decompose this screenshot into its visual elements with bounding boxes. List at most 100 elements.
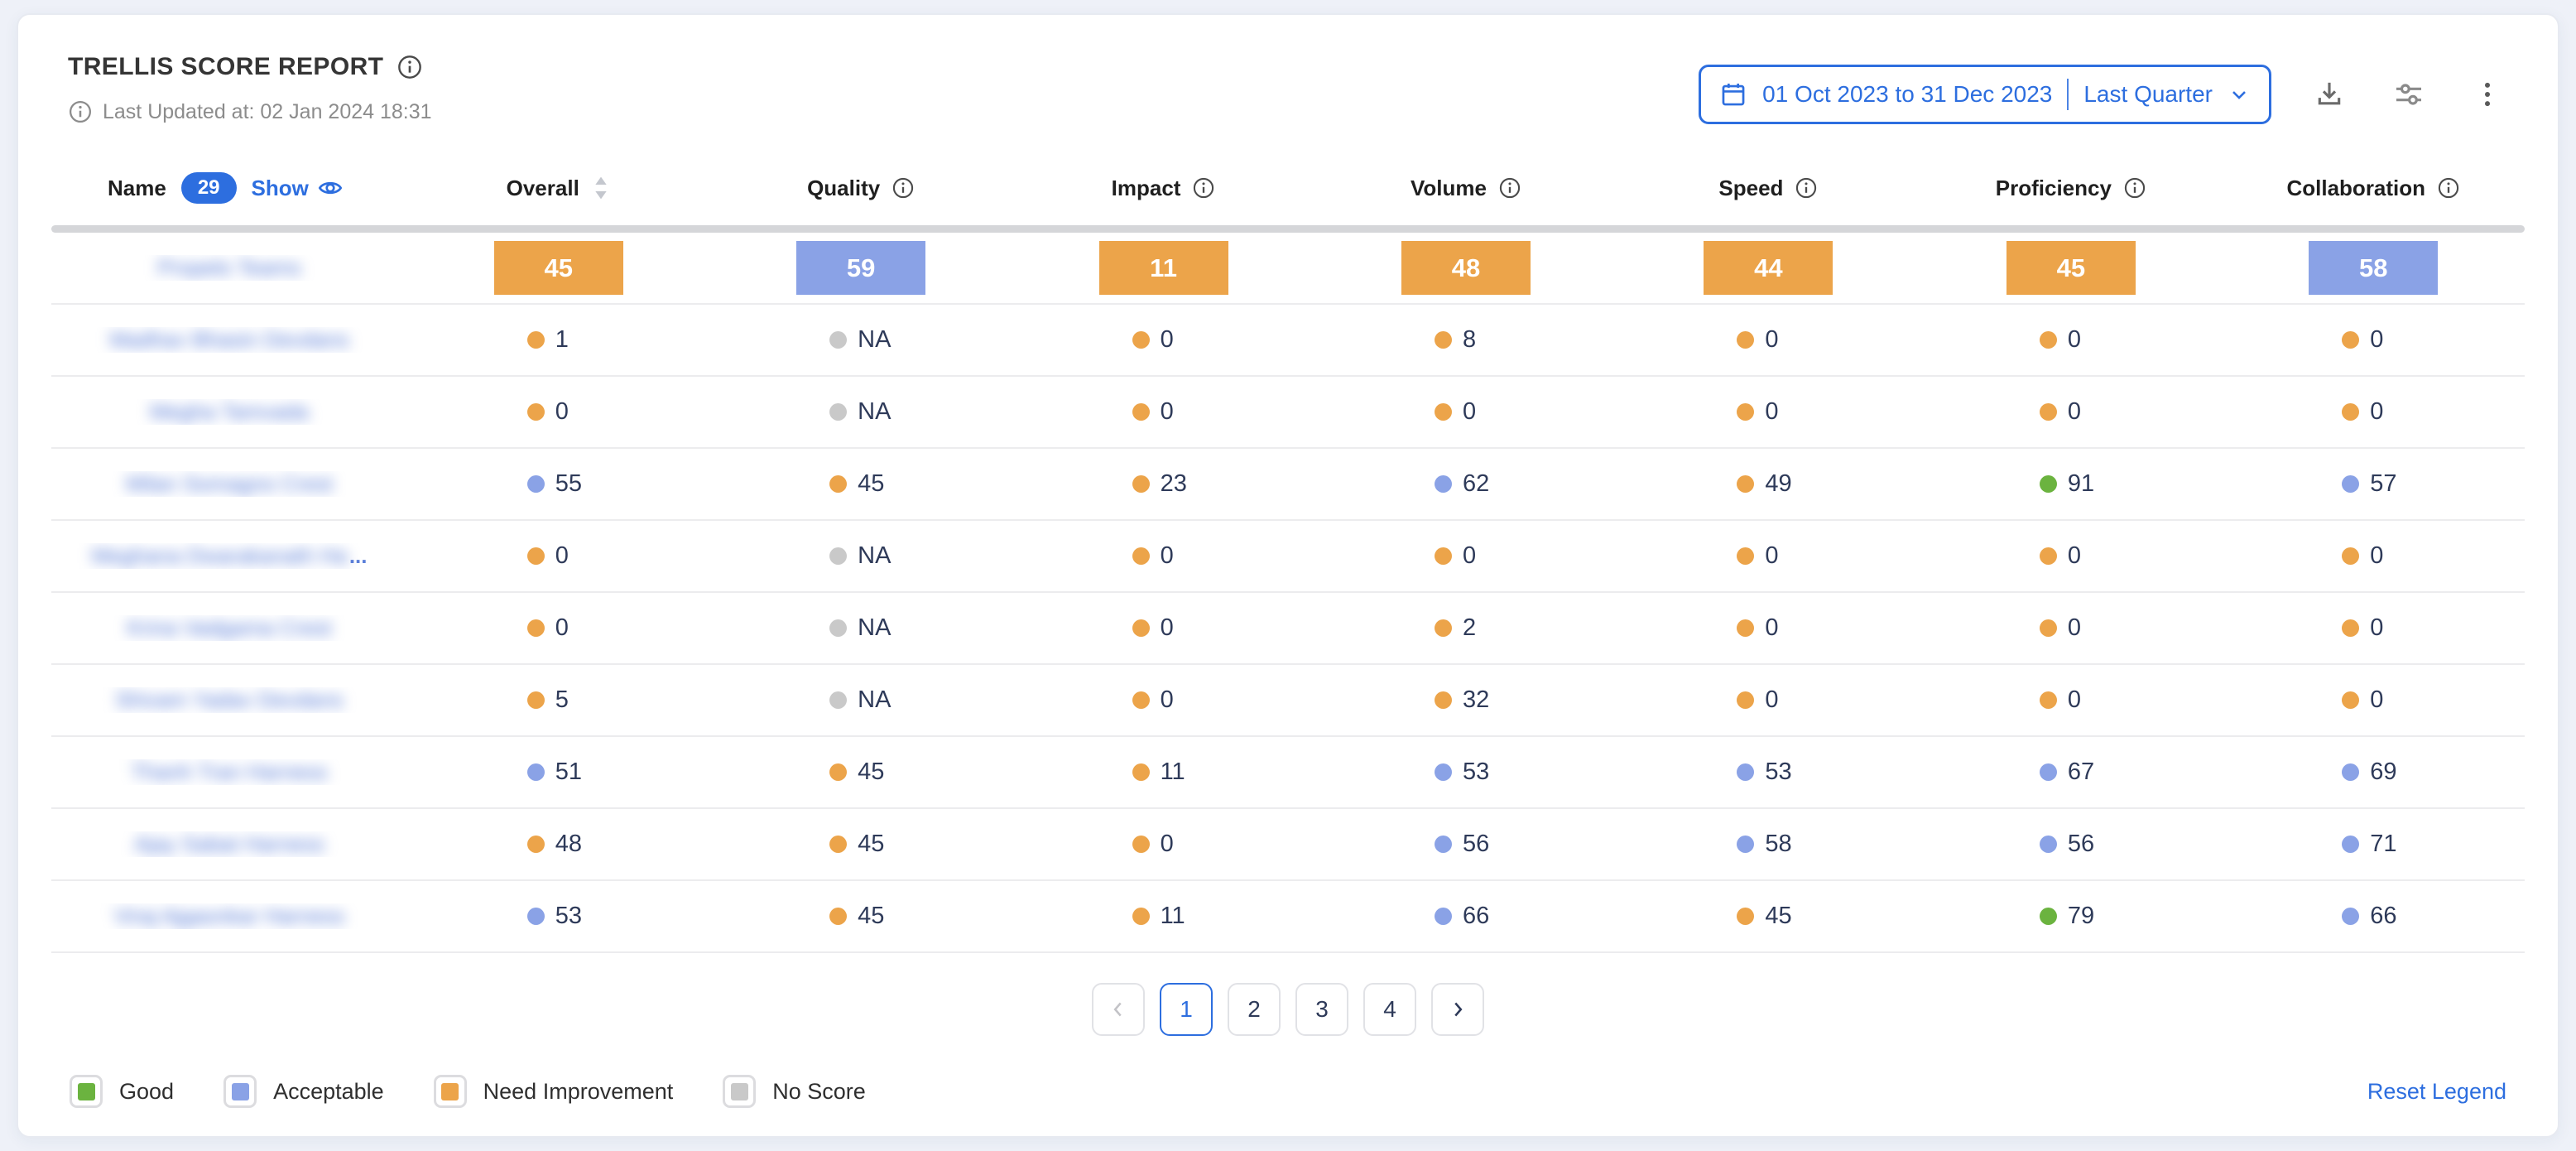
score-cell: 32 xyxy=(1314,686,1617,714)
next-page-button[interactable] xyxy=(1431,983,1484,1036)
title-info-icon[interactable] xyxy=(396,54,423,80)
legend-checkbox[interactable] xyxy=(223,1075,257,1108)
more-options-button[interactable] xyxy=(2467,74,2508,115)
row-count-badge: 29 xyxy=(181,172,237,204)
score-value: 45 xyxy=(858,470,892,498)
score-status-dot xyxy=(1737,475,1754,493)
score-value: 51 xyxy=(555,759,590,786)
legend-checkbox[interactable] xyxy=(723,1075,756,1108)
legend-item-need[interactable]: Need Improvement xyxy=(434,1075,674,1108)
score-value: 57 xyxy=(2370,470,2405,498)
member-name-link[interactable]: Ajay Sabat Harness xyxy=(134,831,324,857)
page-button-4[interactable]: 4 xyxy=(1363,983,1416,1036)
score-value: 32 xyxy=(1463,686,1497,714)
sort-icon[interactable] xyxy=(591,175,611,201)
legend-swatch xyxy=(232,1083,249,1100)
legend-item-acceptable[interactable]: Acceptable xyxy=(223,1075,384,1108)
info-icon[interactable] xyxy=(1192,176,1215,200)
column-header-impact[interactable]: Impact xyxy=(1012,176,1314,201)
member-name-link[interactable]: Krina Vadgama Crest xyxy=(127,615,332,641)
member-name-link[interactable]: Thanh Tran Harness xyxy=(131,759,327,785)
score-value: NA xyxy=(858,326,892,354)
pagination: 1234 xyxy=(51,983,2525,1036)
column-header-speed[interactable]: Speed xyxy=(1617,176,1920,201)
name-column-header: Name 29 Show xyxy=(51,172,407,204)
legend-label: Need Improvement xyxy=(483,1079,674,1105)
score-cell: 69 xyxy=(2223,759,2525,786)
date-range-text: 01 Oct 2023 to 31 Dec 2023 xyxy=(1762,81,2052,108)
score-status-dot xyxy=(829,331,847,349)
chevron-down-icon xyxy=(2228,83,2251,106)
score-status-dot xyxy=(1737,836,1754,853)
member-name-link[interactable]: Megha Tamvada xyxy=(150,399,309,425)
page-button-3[interactable]: 3 xyxy=(1295,983,1348,1036)
score-cell: 48 xyxy=(407,831,709,858)
score-value: NA xyxy=(858,614,892,642)
score-value: 0 xyxy=(1161,542,1195,570)
reset-legend-link[interactable]: Reset Legend xyxy=(2367,1079,2506,1105)
info-icon[interactable] xyxy=(2123,176,2146,200)
legend-checkbox[interactable] xyxy=(434,1075,467,1108)
legend-label: Good xyxy=(119,1079,174,1105)
score-cell: 0 xyxy=(407,614,709,642)
score-value: NA xyxy=(858,686,892,714)
score-status-dot xyxy=(1435,403,1452,421)
score-badge: 58 xyxy=(2309,241,2438,295)
date-range-button[interactable]: 01 Oct 2023 to 31 Dec 2023 Last Quarter xyxy=(1699,65,2271,124)
member-name-link[interactable]: Milan Somagno Crest xyxy=(126,471,333,497)
score-status-dot xyxy=(527,475,545,493)
previous-page-button[interactable] xyxy=(1092,983,1145,1036)
legend-item-good[interactable]: Good xyxy=(70,1075,174,1108)
score-status-dot xyxy=(1132,619,1150,637)
report-title-block: TRELLIS SCORE REPORT Last Updated at: 02… xyxy=(68,53,432,124)
score-cell: NA xyxy=(709,398,1012,426)
score-value: 66 xyxy=(1463,903,1497,930)
column-header-volume[interactable]: Volume xyxy=(1314,176,1617,201)
legend-checkbox[interactable] xyxy=(70,1075,103,1108)
info-icon[interactable] xyxy=(1498,176,1521,200)
page-button-2[interactable]: 2 xyxy=(1228,983,1281,1036)
column-header-overall[interactable]: Overall xyxy=(407,175,709,201)
score-cell: 53 xyxy=(1617,759,1920,786)
score-cell: 23 xyxy=(1012,470,1314,498)
download-button[interactable] xyxy=(2308,73,2351,116)
score-value: 1 xyxy=(555,326,590,354)
score-value: 56 xyxy=(2068,831,2103,858)
score-value: 0 xyxy=(1765,614,1800,642)
score-cell: 0 xyxy=(1920,614,2222,642)
member-name-link[interactable]: Madhav Bhasin Devdans xyxy=(109,327,348,353)
score-status-dot xyxy=(829,547,847,565)
score-status-dot xyxy=(527,331,545,349)
report-header: TRELLIS SCORE REPORT Last Updated at: 02… xyxy=(51,53,2525,124)
legend-item-none[interactable]: No Score xyxy=(723,1075,866,1108)
kebab-menu-icon xyxy=(2472,79,2503,110)
score-status-dot xyxy=(2040,763,2057,781)
info-icon[interactable] xyxy=(1795,176,1818,200)
member-name-link[interactable]: Meghana Dwarakanath Ha xyxy=(92,543,348,569)
column-header-proficiency[interactable]: Proficiency xyxy=(1920,176,2222,201)
info-icon[interactable] xyxy=(2437,176,2460,200)
score-cell: 55 xyxy=(407,470,709,498)
horizontal-scrollbar[interactable] xyxy=(51,225,2525,233)
date-divider xyxy=(2067,79,2069,110)
score-cell: 53 xyxy=(1314,759,1617,786)
member-name-link[interactable]: Shivam Yadav Devdans xyxy=(115,687,343,713)
column-header-label: Impact xyxy=(1112,176,1181,201)
column-header-label: Speed xyxy=(1718,176,1783,201)
info-icon[interactable] xyxy=(892,176,915,200)
table-row: Viraj Ajgaonkar Harness53451166457966 xyxy=(51,881,2525,953)
score-cell: 1 xyxy=(407,326,709,354)
column-header-quality[interactable]: Quality xyxy=(709,176,1012,201)
show-names-button[interactable]: Show xyxy=(252,175,344,201)
score-cell: 56 xyxy=(1314,831,1617,858)
column-header-label: Collaboration xyxy=(2286,176,2425,201)
column-header-collaboration[interactable]: Collaboration xyxy=(2223,176,2525,201)
settings-button[interactable] xyxy=(2387,73,2430,116)
member-name-link[interactable]: Viraj Ajgaonkar Harness xyxy=(114,903,344,929)
score-status-dot xyxy=(527,547,545,565)
page-button-1[interactable]: 1 xyxy=(1160,983,1213,1036)
score-value: 71 xyxy=(2370,831,2405,858)
page-title: TRELLIS SCORE REPORT xyxy=(68,53,383,81)
score-value: 0 xyxy=(2068,398,2103,426)
member-name-link[interactable]: Propelo Teams xyxy=(158,255,301,281)
